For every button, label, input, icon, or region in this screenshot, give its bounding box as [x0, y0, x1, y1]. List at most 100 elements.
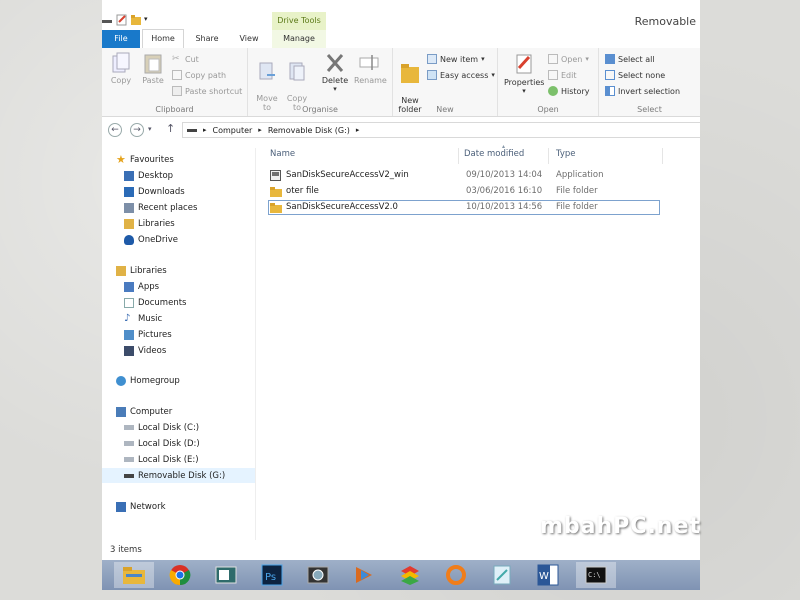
file-list: Name ▴ Date modified Type SanDiskSecureA… [264, 143, 700, 540]
breadcrumb-separator-icon: ▸ [355, 126, 360, 134]
customize-dropdown-icon[interactable]: ▾ [144, 14, 154, 24]
tab-file[interactable]: File [102, 30, 140, 48]
column-header-name[interactable]: Name [270, 144, 295, 164]
nav-videos[interactable]: Videos [124, 343, 256, 358]
tab-view[interactable]: View [230, 30, 268, 48]
rename-button[interactable]: Rename [354, 52, 387, 85]
tab-share[interactable]: Share [188, 30, 226, 48]
nav-desktop[interactable]: Desktop [124, 168, 256, 183]
nav-network[interactable]: Network [116, 499, 256, 514]
copy-to-icon [289, 62, 305, 81]
nav-computer[interactable]: Computer [116, 404, 256, 419]
taskbar-bluestacks[interactable] [390, 562, 430, 588]
organise-group: Move to Copy to Delete ▾ Rename Organise [248, 48, 393, 116]
properties-quick-icon[interactable] [116, 14, 127, 26]
clipboard-group: Copy Paste ✂ Cut Copy path Paste shortcu… [102, 48, 248, 116]
nav-local-disk-c[interactable]: Local Disk (C:) [124, 420, 256, 435]
table-row[interactable]: oter file 03/06/2016 16:10 File folder [268, 184, 660, 199]
nav-apps[interactable]: Apps [124, 279, 256, 294]
delete-dropdown-icon[interactable]: ▾ [320, 85, 350, 93]
breadcrumb-drive[interactable]: Removable Disk (G:) [268, 126, 350, 135]
status-bar: 3 items [102, 540, 700, 560]
taskbar-command-prompt[interactable]: C:\ [576, 562, 616, 588]
network-icon [116, 501, 126, 512]
taskbar-vpn-app[interactable] [436, 562, 476, 588]
taskbar-app-window[interactable] [206, 562, 246, 588]
navigation-pane: ★ Favourites Desktop Downloads Recent pl… [102, 148, 256, 540]
nav-recent-places[interactable]: Recent places [124, 200, 256, 215]
open-button[interactable]: Open ▾ [548, 52, 589, 66]
taskbar-chrome[interactable] [160, 562, 200, 588]
nav-documents[interactable]: Documents [124, 295, 256, 310]
up-button[interactable]: ↑ [166, 122, 175, 135]
easy-access-button[interactable]: Easy access ▾ [427, 68, 495, 82]
new-folder-quick-icon[interactable] [130, 14, 141, 25]
tab-manage[interactable]: Manage [272, 30, 326, 48]
nav-libraries-favourite[interactable]: Libraries [124, 216, 256, 231]
libraries-icon [116, 265, 126, 276]
copy-path-button[interactable]: Copy path [172, 68, 226, 82]
recent-locations-dropdown-icon[interactable]: ▾ [148, 125, 152, 133]
copy-button[interactable]: Copy [106, 52, 136, 85]
column-header-type[interactable]: Type [556, 144, 576, 164]
taskbar-media-app[interactable] [344, 562, 384, 588]
column-separator[interactable] [458, 148, 459, 164]
pane-divider[interactable] [255, 148, 256, 540]
word-icon: W [537, 564, 559, 586]
forward-button[interactable]: → [130, 123, 144, 137]
taskbar-photoshop[interactable]: Ps [252, 562, 292, 588]
table-row[interactable]: SanDiskSecureAccessV2_win 09/10/2013 14:… [268, 168, 660, 183]
nav-downloads[interactable]: Downloads [124, 184, 256, 199]
invert-selection-button[interactable]: Invert selection [605, 84, 680, 98]
select-all-button[interactable]: Select all [605, 52, 655, 66]
nav-libraries[interactable]: Libraries [116, 263, 256, 278]
nav-removable-disk-g[interactable]: Removable Disk (G:) [102, 468, 256, 483]
taskbar-word[interactable]: W [528, 562, 568, 588]
drive-small-icon [187, 128, 197, 132]
paste-button[interactable]: Paste [138, 52, 168, 85]
nav-music[interactable]: ♪ Music [124, 311, 256, 326]
new-group-label: New [436, 105, 454, 114]
table-row[interactable]: SanDiskSecureAccessV2.0 10/10/2013 14:56… [268, 200, 660, 215]
breadcrumb-computer[interactable]: Computer [213, 126, 253, 135]
column-separator[interactable] [662, 148, 663, 164]
column-header-date-modified[interactable]: Date modified [464, 144, 524, 164]
system-menu-icon[interactable] [102, 20, 112, 23]
tab-home[interactable]: Home [142, 29, 184, 49]
copy-to-button[interactable]: Copy to [282, 52, 312, 112]
svg-text:C:\: C:\ [588, 571, 601, 579]
nav-onedrive[interactable]: OneDrive [124, 232, 256, 247]
properties-button[interactable]: Properties ▾ [504, 52, 544, 95]
nav-pictures[interactable]: Pictures [124, 327, 256, 342]
delete-x-icon [326, 54, 344, 72]
nav-local-disk-e[interactable]: Local Disk (E:) [124, 452, 256, 467]
delete-button[interactable]: Delete ▾ [320, 52, 350, 93]
breadcrumb-separator-icon: ▸ [203, 126, 207, 134]
history-button[interactable]: History [548, 84, 589, 98]
file-name: SanDiskSecureAccessV2_win [286, 170, 409, 180]
file-type: File folder [556, 202, 598, 212]
column-separator[interactable] [548, 148, 549, 164]
cut-button[interactable]: ✂ Cut [172, 52, 199, 66]
address-box[interactable]: ▸ Computer ▸ Removable Disk (G:) ▸ [182, 122, 700, 138]
new-item-button[interactable]: New item ▾ [427, 52, 485, 66]
paste-shortcut-button[interactable]: Paste shortcut [172, 84, 242, 98]
nav-local-disk-d[interactable]: Local Disk (D:) [124, 436, 256, 451]
layers-icon [401, 566, 419, 585]
cloud-icon [124, 234, 134, 245]
move-to-button[interactable]: Move to [252, 52, 282, 112]
nav-homegroup[interactable]: Homegroup [116, 373, 256, 388]
properties-dropdown-icon[interactable]: ▾ [504, 87, 544, 95]
easy-access-icon [427, 70, 437, 80]
taskbar-file-explorer[interactable] [114, 562, 154, 588]
edit-button[interactable]: Edit [548, 68, 577, 82]
ring-icon [446, 565, 466, 585]
taskbar-camera-app[interactable] [298, 562, 338, 588]
breadcrumb-separator-icon: ▸ [258, 126, 262, 134]
videos-icon [124, 345, 134, 356]
back-button[interactable]: ← [108, 123, 122, 137]
select-none-button[interactable]: Select none [605, 68, 665, 82]
nav-favourites[interactable]: ★ Favourites [116, 152, 256, 167]
open-group: Properties ▾ Open ▾ Edit History Open [498, 48, 599, 116]
taskbar-notes-app[interactable] [482, 562, 522, 588]
